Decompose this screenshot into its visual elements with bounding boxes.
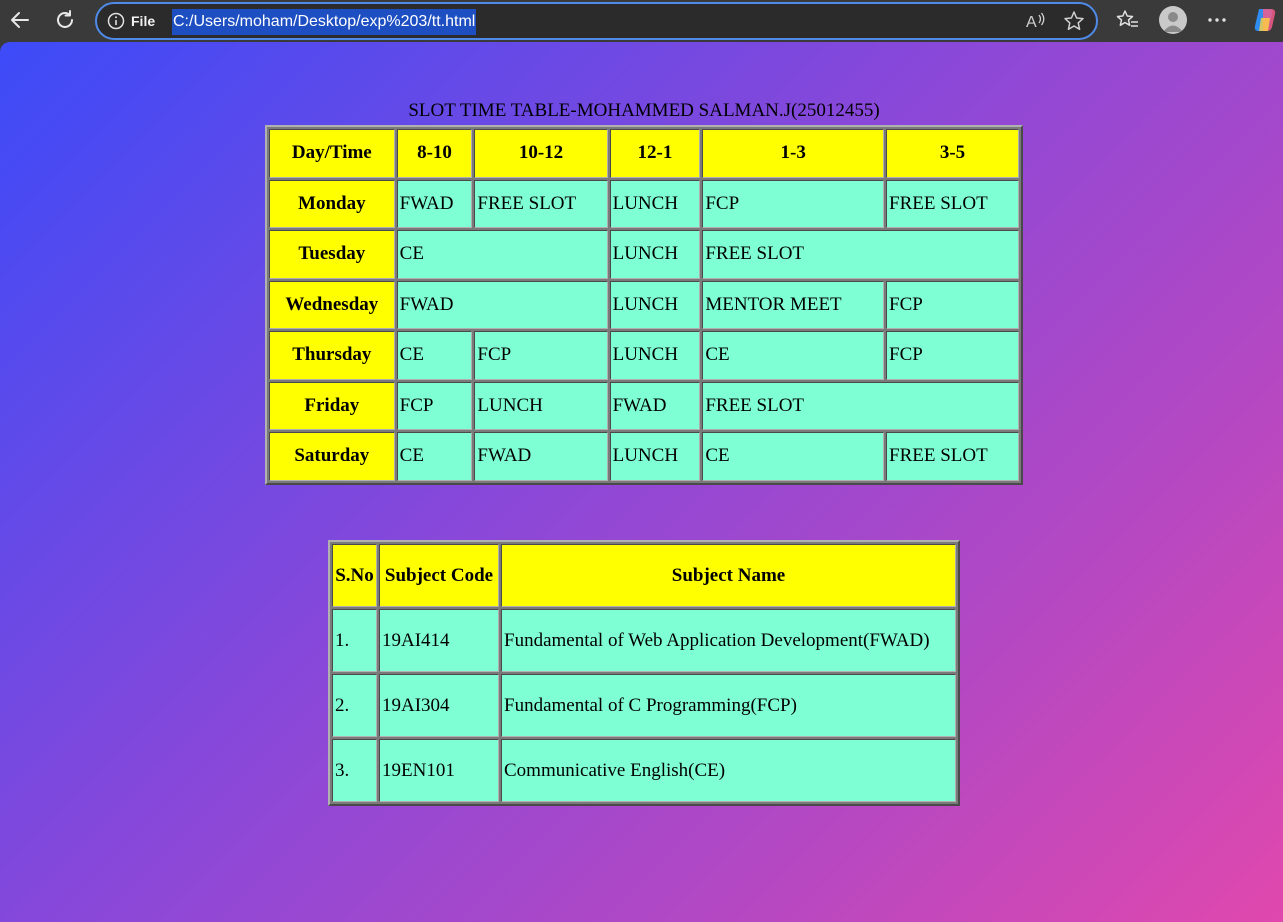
slot-cell: LUNCH bbox=[474, 381, 608, 430]
favorites-list-icon bbox=[1116, 10, 1138, 27]
subject-code: 19EN101 bbox=[379, 739, 499, 802]
slot-cell: FREE SLOT bbox=[886, 179, 1019, 228]
header-slot-1-3: 1-3 bbox=[702, 129, 885, 178]
slot-cell: FWAD bbox=[396, 280, 608, 329]
slot-cell: FWAD bbox=[396, 179, 473, 228]
subject-sno: 3. bbox=[332, 739, 377, 802]
more-icon bbox=[1208, 18, 1226, 22]
day-label: Monday bbox=[269, 179, 395, 228]
profile-button[interactable] bbox=[1159, 6, 1187, 34]
subject-name: Communicative English(CE) bbox=[501, 739, 956, 802]
timetable-row: Tuesday CE LUNCH FREE SLOT bbox=[269, 230, 1019, 279]
timetable-table: Day/Time 8-10 10-12 12-1 1-3 3-5 Monday F… bbox=[265, 125, 1023, 485]
header-day-time: Day/Time bbox=[269, 129, 395, 178]
slot-cell: FCP bbox=[396, 381, 473, 430]
slot-cell: CE bbox=[702, 432, 885, 481]
header-slot-12-1: 12-1 bbox=[609, 129, 701, 178]
slot-cell: FCP bbox=[886, 331, 1019, 380]
subject-code: 19AI304 bbox=[379, 674, 499, 737]
more-button[interactable] bbox=[1200, 4, 1234, 36]
subject-row: 1. 19AI414 Fundamental of Web Application … bbox=[332, 609, 956, 672]
slot-cell: FWAD bbox=[474, 432, 608, 481]
day-label: Tuesday bbox=[269, 230, 395, 279]
slot-cell: LUNCH bbox=[609, 179, 701, 228]
timetable-row: Thursday CE FCP LUNCH CE FCP bbox=[269, 331, 1019, 380]
back-icon bbox=[11, 12, 29, 28]
slot-cell: FCP bbox=[474, 331, 608, 380]
slot-cell: FWAD bbox=[609, 381, 701, 430]
slot-cell: LUNCH bbox=[609, 432, 701, 481]
day-label: Thursday bbox=[269, 331, 395, 380]
browser-toolbar: File C:/Users/moham/Desktop/exp%203/tt.h… bbox=[0, 0, 1283, 42]
slot-cell: CE bbox=[396, 331, 473, 380]
copilot-icon[interactable] bbox=[1251, 6, 1279, 34]
subject-code: 19AI414 bbox=[379, 609, 499, 672]
address-bar[interactable]: File C:/Users/moham/Desktop/exp%203/tt.h… bbox=[95, 2, 1098, 40]
timetable-header-row: Day/Time 8-10 10-12 12-1 1-3 3-5 bbox=[269, 129, 1019, 178]
header-subject-name: Subject Name bbox=[501, 544, 956, 607]
subjects-header-row: S.No Subject Code Subject Name bbox=[332, 544, 956, 607]
slot-cell: MENTOR MEET bbox=[702, 280, 885, 329]
day-label: Friday bbox=[269, 381, 395, 430]
slot-cell: FREE SLOT bbox=[702, 230, 1019, 279]
header-slot-8-10: 8-10 bbox=[396, 129, 473, 178]
timetable-row: Monday FWAD FREE SLOT LUNCH FCP FREE SLOT bbox=[269, 179, 1019, 228]
header-slot-3-5: 3-5 bbox=[886, 129, 1019, 178]
day-label: Wednesday bbox=[269, 280, 395, 329]
header-slot-10-12: 10-12 bbox=[474, 129, 608, 178]
refresh-button[interactable] bbox=[48, 4, 82, 36]
url-text[interactable]: C:/Users/moham/Desktop/exp%203/tt.html bbox=[172, 9, 477, 35]
info-icon[interactable] bbox=[107, 12, 125, 30]
slot-cell: FREE SLOT bbox=[702, 381, 1019, 430]
refresh-icon bbox=[57, 10, 73, 28]
slot-cell: LUNCH bbox=[609, 331, 701, 380]
subject-sno: 2. bbox=[332, 674, 377, 737]
subject-row: 2. 19AI304 Fundamental of C Programming(FC… bbox=[332, 674, 956, 737]
subject-name: Fundamental of Web Application Developme… bbox=[501, 609, 956, 672]
slot-cell: CE bbox=[396, 432, 473, 481]
subject-row: 3. 19EN101 Communicative English(CE) bbox=[332, 739, 956, 802]
slot-cell: LUNCH bbox=[609, 280, 701, 329]
page-viewport: SLOT TIME TABLE-MOHAMMED SALMAN.J(250124… bbox=[0, 42, 1283, 922]
subjects-table: S.No Subject Code Subject Name 1. 19AI414… bbox=[328, 540, 960, 806]
profile-avatar-icon bbox=[1163, 12, 1183, 32]
timetable-row: Wednesday FWAD LUNCH MENTOR MEET FCP bbox=[269, 280, 1019, 329]
slot-cell: FCP bbox=[702, 179, 885, 228]
timetable-row: Friday FCP LUNCH FWAD FREE SLOT bbox=[269, 381, 1019, 430]
slot-cell: CE bbox=[396, 230, 608, 279]
header-subject-code: Subject Code bbox=[379, 544, 499, 607]
favorites-button[interactable] bbox=[1111, 4, 1145, 36]
file-label: File bbox=[131, 13, 156, 29]
read-aloud-icon[interactable]: A bbox=[1025, 10, 1047, 32]
timetable-row: Saturday CE FWAD LUNCH CE FREE SLOT bbox=[269, 432, 1019, 481]
timetable-caption: SLOT TIME TABLE-MOHAMMED SALMAN.J(250124… bbox=[408, 100, 880, 121]
header-sno: S.No bbox=[332, 544, 377, 607]
slot-cell: FCP bbox=[886, 280, 1019, 329]
subject-sno: 1. bbox=[332, 609, 377, 672]
back-button[interactable] bbox=[3, 4, 37, 36]
day-label: Saturday bbox=[269, 432, 395, 481]
slot-cell: LUNCH bbox=[609, 230, 701, 279]
subject-name: Fundamental of C Programming(FCP) bbox=[501, 674, 956, 737]
slot-cell: CE bbox=[702, 331, 885, 380]
svg-text:A: A bbox=[1026, 14, 1037, 31]
slot-cell: FREE SLOT bbox=[886, 432, 1019, 481]
favorite-star-icon[interactable] bbox=[1063, 10, 1085, 32]
slot-cell: FREE SLOT bbox=[474, 179, 608, 228]
